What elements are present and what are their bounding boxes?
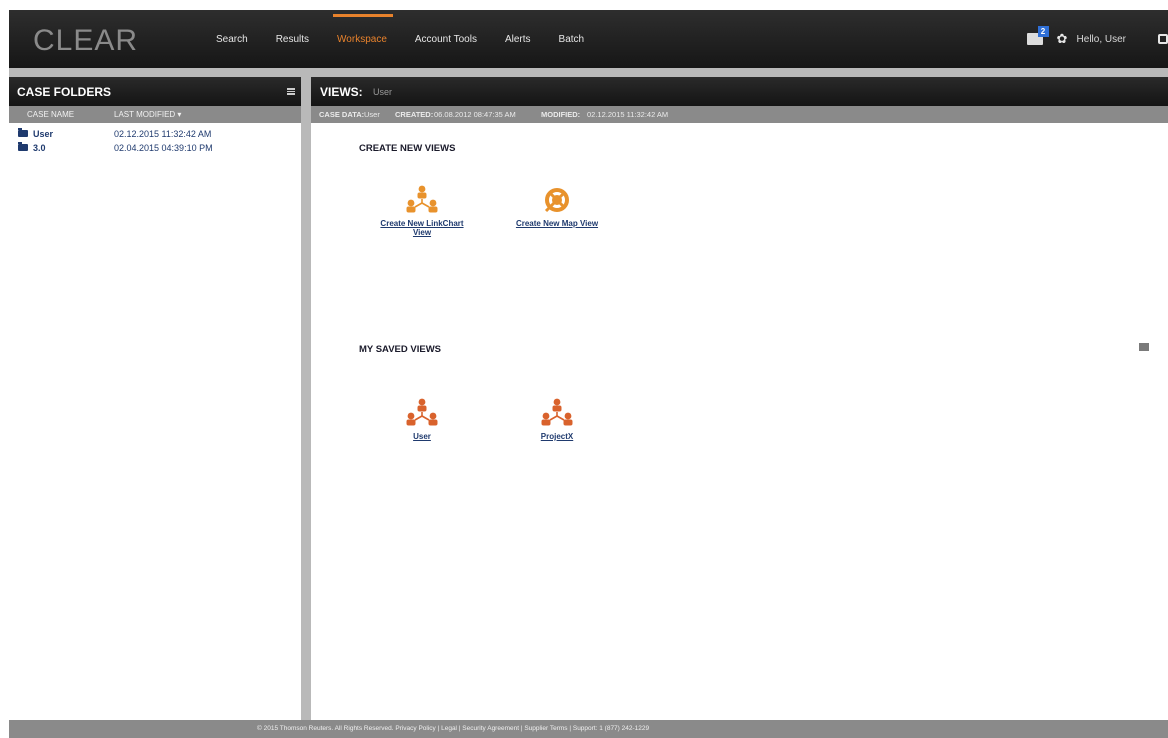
linkchart-icon [541, 398, 573, 426]
logout-lock-icon[interactable] [1158, 34, 1168, 44]
open-folder-icon [18, 128, 28, 137]
nav-workspace[interactable]: Workspace [333, 13, 393, 45]
nav-alerts[interactable]: Alerts [505, 34, 531, 45]
create-new-views-heading: CREATE NEW VIEWS [359, 143, 456, 154]
linkchart-icon [406, 185, 438, 213]
grid-view-icon[interactable] [1139, 343, 1149, 351]
folder-row[interactable]: User 02.12.2015 11:32:42 AM [9, 127, 301, 141]
saved-view-tile[interactable]: User [372, 397, 472, 441]
linkchart-icon [406, 398, 438, 426]
nav-results[interactable]: Results [276, 34, 309, 45]
nav-search[interactable]: Search [216, 34, 248, 45]
column-last-modified[interactable]: LAST MODIFIED ▾ [114, 110, 181, 119]
saved-view-link[interactable]: ProjectX [507, 432, 607, 441]
case-data-value: User [364, 110, 380, 119]
views-title: VIEWS: [320, 85, 363, 99]
top-bar: CLEAR Search Results Workspace Account T… [9, 10, 1168, 68]
main-nav: Search Results Workspace Account Tools A… [216, 10, 612, 68]
views-panel: VIEWS: User CASE DATA: User CREATED: 06.… [311, 77, 1168, 727]
created-value: 06.08.2012 08:47:35 AM [434, 110, 516, 119]
gear-icon[interactable]: ✿ [1057, 32, 1069, 45]
nav-batch[interactable]: Batch [559, 34, 585, 45]
case-folders-panel: CASE FOLDERS CASE NAME LAST MODIFIED ▾ U… [9, 77, 301, 727]
saved-view-link[interactable]: User [372, 432, 472, 441]
folder-modified: 02.04.2015 04:39:10 PM [114, 143, 213, 153]
my-saved-views-heading: MY SAVED VIEWS [359, 344, 441, 355]
clear-logo[interactable]: CLEAR [33, 24, 138, 58]
case-data-label: CASE DATA: [319, 110, 365, 119]
folder-name[interactable]: User [33, 129, 53, 139]
created-label: CREATED: [395, 110, 434, 119]
app-window: CLEAR Search Results Workspace Account T… [9, 10, 1168, 738]
folder-icon [18, 142, 28, 151]
create-linkchart-view-tile[interactable]: Create New LinkChart View [372, 184, 472, 237]
create-map-view-tile[interactable]: Create New Map View [507, 184, 607, 228]
views-case-name: User [373, 87, 393, 97]
case-data-bar: CASE DATA: User CREATED: 06.08.2012 08:4… [311, 106, 1168, 123]
footer-links[interactable]: © 2015 Thomson Reuters. All Rights Reser… [257, 725, 649, 732]
user-tools: 2 ✿ Hello, User [1026, 10, 1168, 68]
nav-account-tools[interactable]: Account Tools [415, 34, 477, 45]
case-folders-header: CASE FOLDERS [9, 77, 301, 106]
create-linkchart-view-link[interactable]: Create New LinkChart View [372, 219, 472, 237]
footer: © 2015 Thomson Reuters. All Rights Reser… [9, 720, 1168, 738]
modified-value: 02.12.2015 11:32:42 AM [587, 110, 669, 119]
message-count-badge: 2 [1037, 26, 1049, 37]
user-greeting[interactable]: Hello, User [1077, 34, 1126, 45]
case-folders-title: CASE FOLDERS [17, 85, 112, 99]
case-folders-column-header: CASE NAME LAST MODIFIED ▾ [9, 106, 301, 123]
folder-modified: 02.12.2015 11:32:42 AM [114, 129, 212, 139]
map-icon [544, 188, 569, 213]
views-header: VIEWS: User [311, 77, 1168, 106]
messages-icon[interactable]: 2 [1026, 26, 1049, 45]
folder-row[interactable]: 3.0 02.04.2015 04:39:10 PM [9, 141, 301, 155]
modified-label: MODIFIED: [541, 110, 581, 119]
create-map-view-link[interactable]: Create New Map View [507, 219, 607, 228]
saved-view-tile[interactable]: ProjectX [507, 397, 607, 441]
folder-name[interactable]: 3.0 [33, 143, 46, 153]
panel-menu-icon[interactable] [287, 88, 295, 95]
column-case-name[interactable]: CASE NAME [27, 110, 74, 119]
